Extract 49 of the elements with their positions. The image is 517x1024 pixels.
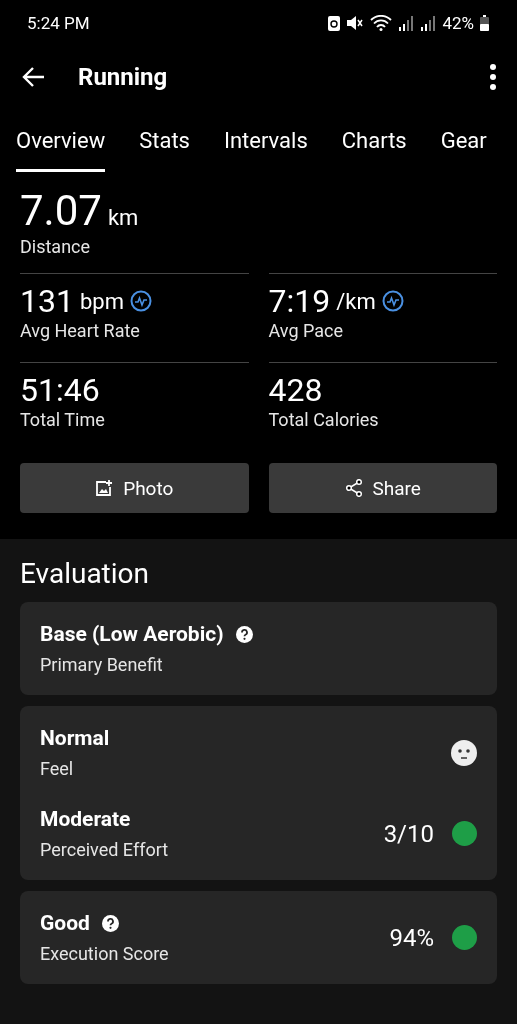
distance-unit: km [107, 205, 139, 230]
distance-value: 7.07 [20, 186, 102, 235]
stat-label: Total Time [20, 409, 106, 430]
share-button[interactable]: Share [268, 463, 497, 513]
evaluation-label: Feel [40, 758, 75, 779]
back-arrow-icon[interactable] [22, 66, 46, 88]
stat-unit: bpm [79, 288, 124, 314]
stat-label: Total Calories [268, 409, 380, 430]
stat-value: 428 [268, 371, 323, 409]
stat-value: 7:19 [268, 282, 331, 320]
help-icon[interactable] [101, 914, 119, 932]
score-value: 94% [389, 923, 434, 952]
stat-label: Avg Pace [268, 320, 344, 341]
battery-percent: 42% [442, 13, 474, 33]
score-value: 3/10 [383, 819, 434, 848]
help-icon[interactable] [235, 625, 253, 643]
evaluation-title: Normal [40, 726, 110, 750]
section-title: Evaluation [20, 557, 151, 590]
signal-icon [398, 15, 415, 31]
tab[interactable]: Gear [440, 108, 487, 172]
evaluation-label: Primary Benefit [40, 654, 164, 675]
stat-value: 131 [20, 282, 74, 320]
neutral-face-icon [451, 739, 477, 766]
screen-title: Running [78, 63, 169, 91]
wifi-icon [370, 15, 393, 31]
photo-button[interactable]: Photo [20, 463, 249, 513]
tab[interactable]: Overview [16, 108, 106, 172]
evaluation-label: Perceived Effort [40, 839, 170, 860]
status-time: 5:24 PM [27, 13, 90, 33]
heart-rate-chart-icon[interactable] [129, 290, 152, 312]
evaluation-title: Moderate [40, 807, 131, 831]
stat-label: Avg Heart Rate [20, 320, 141, 341]
stat-unit: /km [336, 288, 376, 314]
tab[interactable]: Charts [341, 108, 407, 172]
tab[interactable]: Intervals [223, 108, 308, 172]
evaluation-label: Execution Score [40, 943, 170, 964]
evaluation-title: Base (Low Aerobic) [40, 622, 224, 646]
more-options-icon[interactable] [489, 64, 497, 90]
signal-icon [420, 15, 437, 31]
mute-icon [346, 15, 365, 31]
add-photo-icon [95, 479, 114, 497]
tab[interactable]: Stats [139, 108, 190, 172]
stat-value: 51:46 [20, 371, 100, 409]
share-icon [344, 479, 363, 497]
heart-rate-chart-icon[interactable] [381, 290, 404, 312]
evaluation-title: Good [40, 911, 90, 935]
battery-saver-icon [328, 15, 341, 31]
distance-label: Distance [20, 236, 92, 257]
battery-icon [480, 15, 489, 31]
